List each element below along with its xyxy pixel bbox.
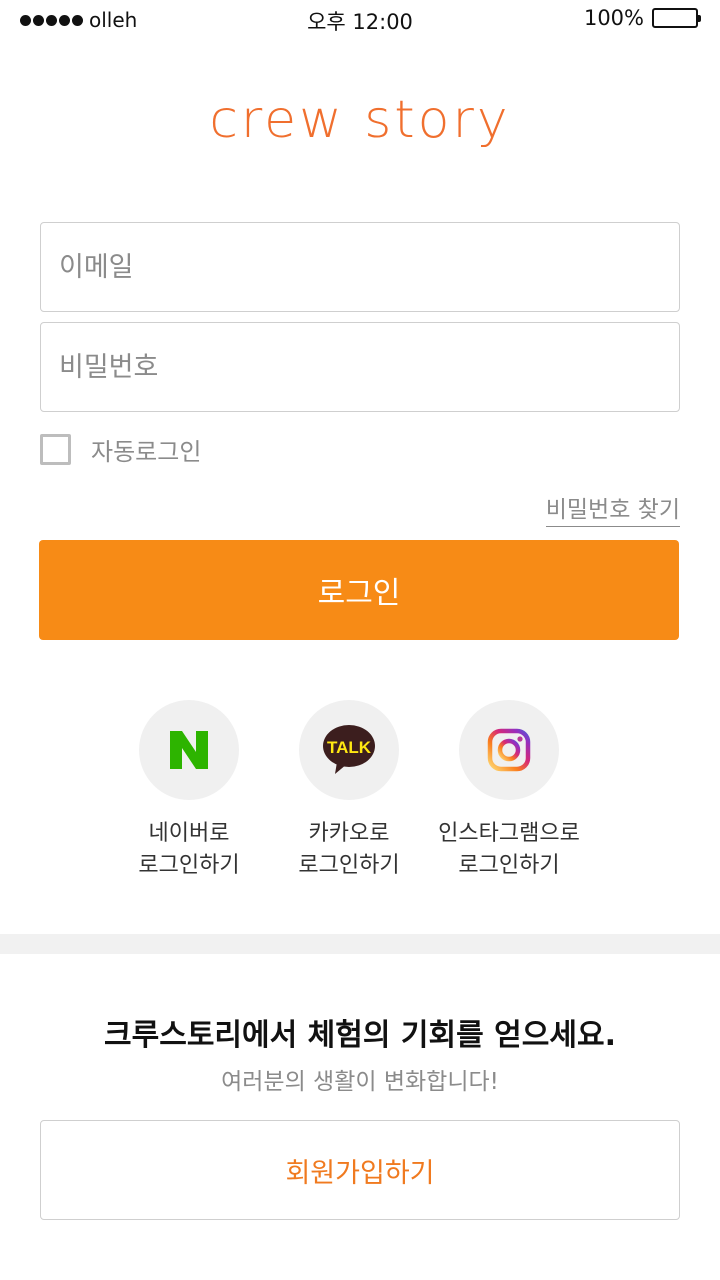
kakao-login-button[interactable]: TALK 카카오로 로그인하기 xyxy=(269,700,429,882)
status-bar: olleh 오후 12:00 100% xyxy=(0,0,720,40)
email-field-container xyxy=(40,222,680,312)
auto-login-option[interactable]: 자동로그인 xyxy=(40,432,201,467)
promo-title: 크루스토리에서 체험의 기회를 얻으세요. xyxy=(104,1018,616,1053)
password-field-container xyxy=(40,322,680,412)
app-logo: crew story xyxy=(209,90,511,150)
find-password-link[interactable]: 비밀번호 찾기 xyxy=(545,490,680,527)
instagram-login-button[interactable]: 인스타그램으로 로그인하기 xyxy=(429,700,589,882)
naver-login-button[interactable]: 네이버로 로그인하기 xyxy=(109,700,269,882)
auto-login-checkbox[interactable] xyxy=(40,434,71,465)
login-button[interactable]: 로그인 xyxy=(39,540,679,640)
instagram-icon-circle[interactable] xyxy=(459,700,559,800)
battery-percentage: 100% xyxy=(583,6,644,30)
kakao-icon-circle[interactable]: TALK xyxy=(299,700,399,800)
naver-login-label[interactable]: 네이버로 로그인하기 xyxy=(109,818,269,882)
signup-button[interactable]: 회원가입하기 xyxy=(40,1120,680,1220)
naver-icon xyxy=(170,731,208,769)
naver-icon-circle[interactable] xyxy=(139,700,239,800)
password-input[interactable] xyxy=(41,323,679,411)
section-divider xyxy=(0,934,720,954)
instagram-login-label[interactable]: 인스타그램으로 로그인하기 xyxy=(429,818,589,882)
battery-icon xyxy=(652,8,701,28)
auto-login-label[interactable]: 자동로그인 xyxy=(91,432,201,467)
kakao-login-label[interactable]: 카카오로 로그인하기 xyxy=(269,818,429,882)
instagram-icon xyxy=(487,728,531,772)
promo-subtitle: 여러분의 생활이 변화합니다! xyxy=(221,1069,499,1095)
email-input[interactable] xyxy=(41,223,679,311)
battery-group: 100% xyxy=(583,6,701,30)
kakaotalk-icon: TALK xyxy=(323,725,375,774)
svg-text:TALK: TALK xyxy=(327,738,372,757)
